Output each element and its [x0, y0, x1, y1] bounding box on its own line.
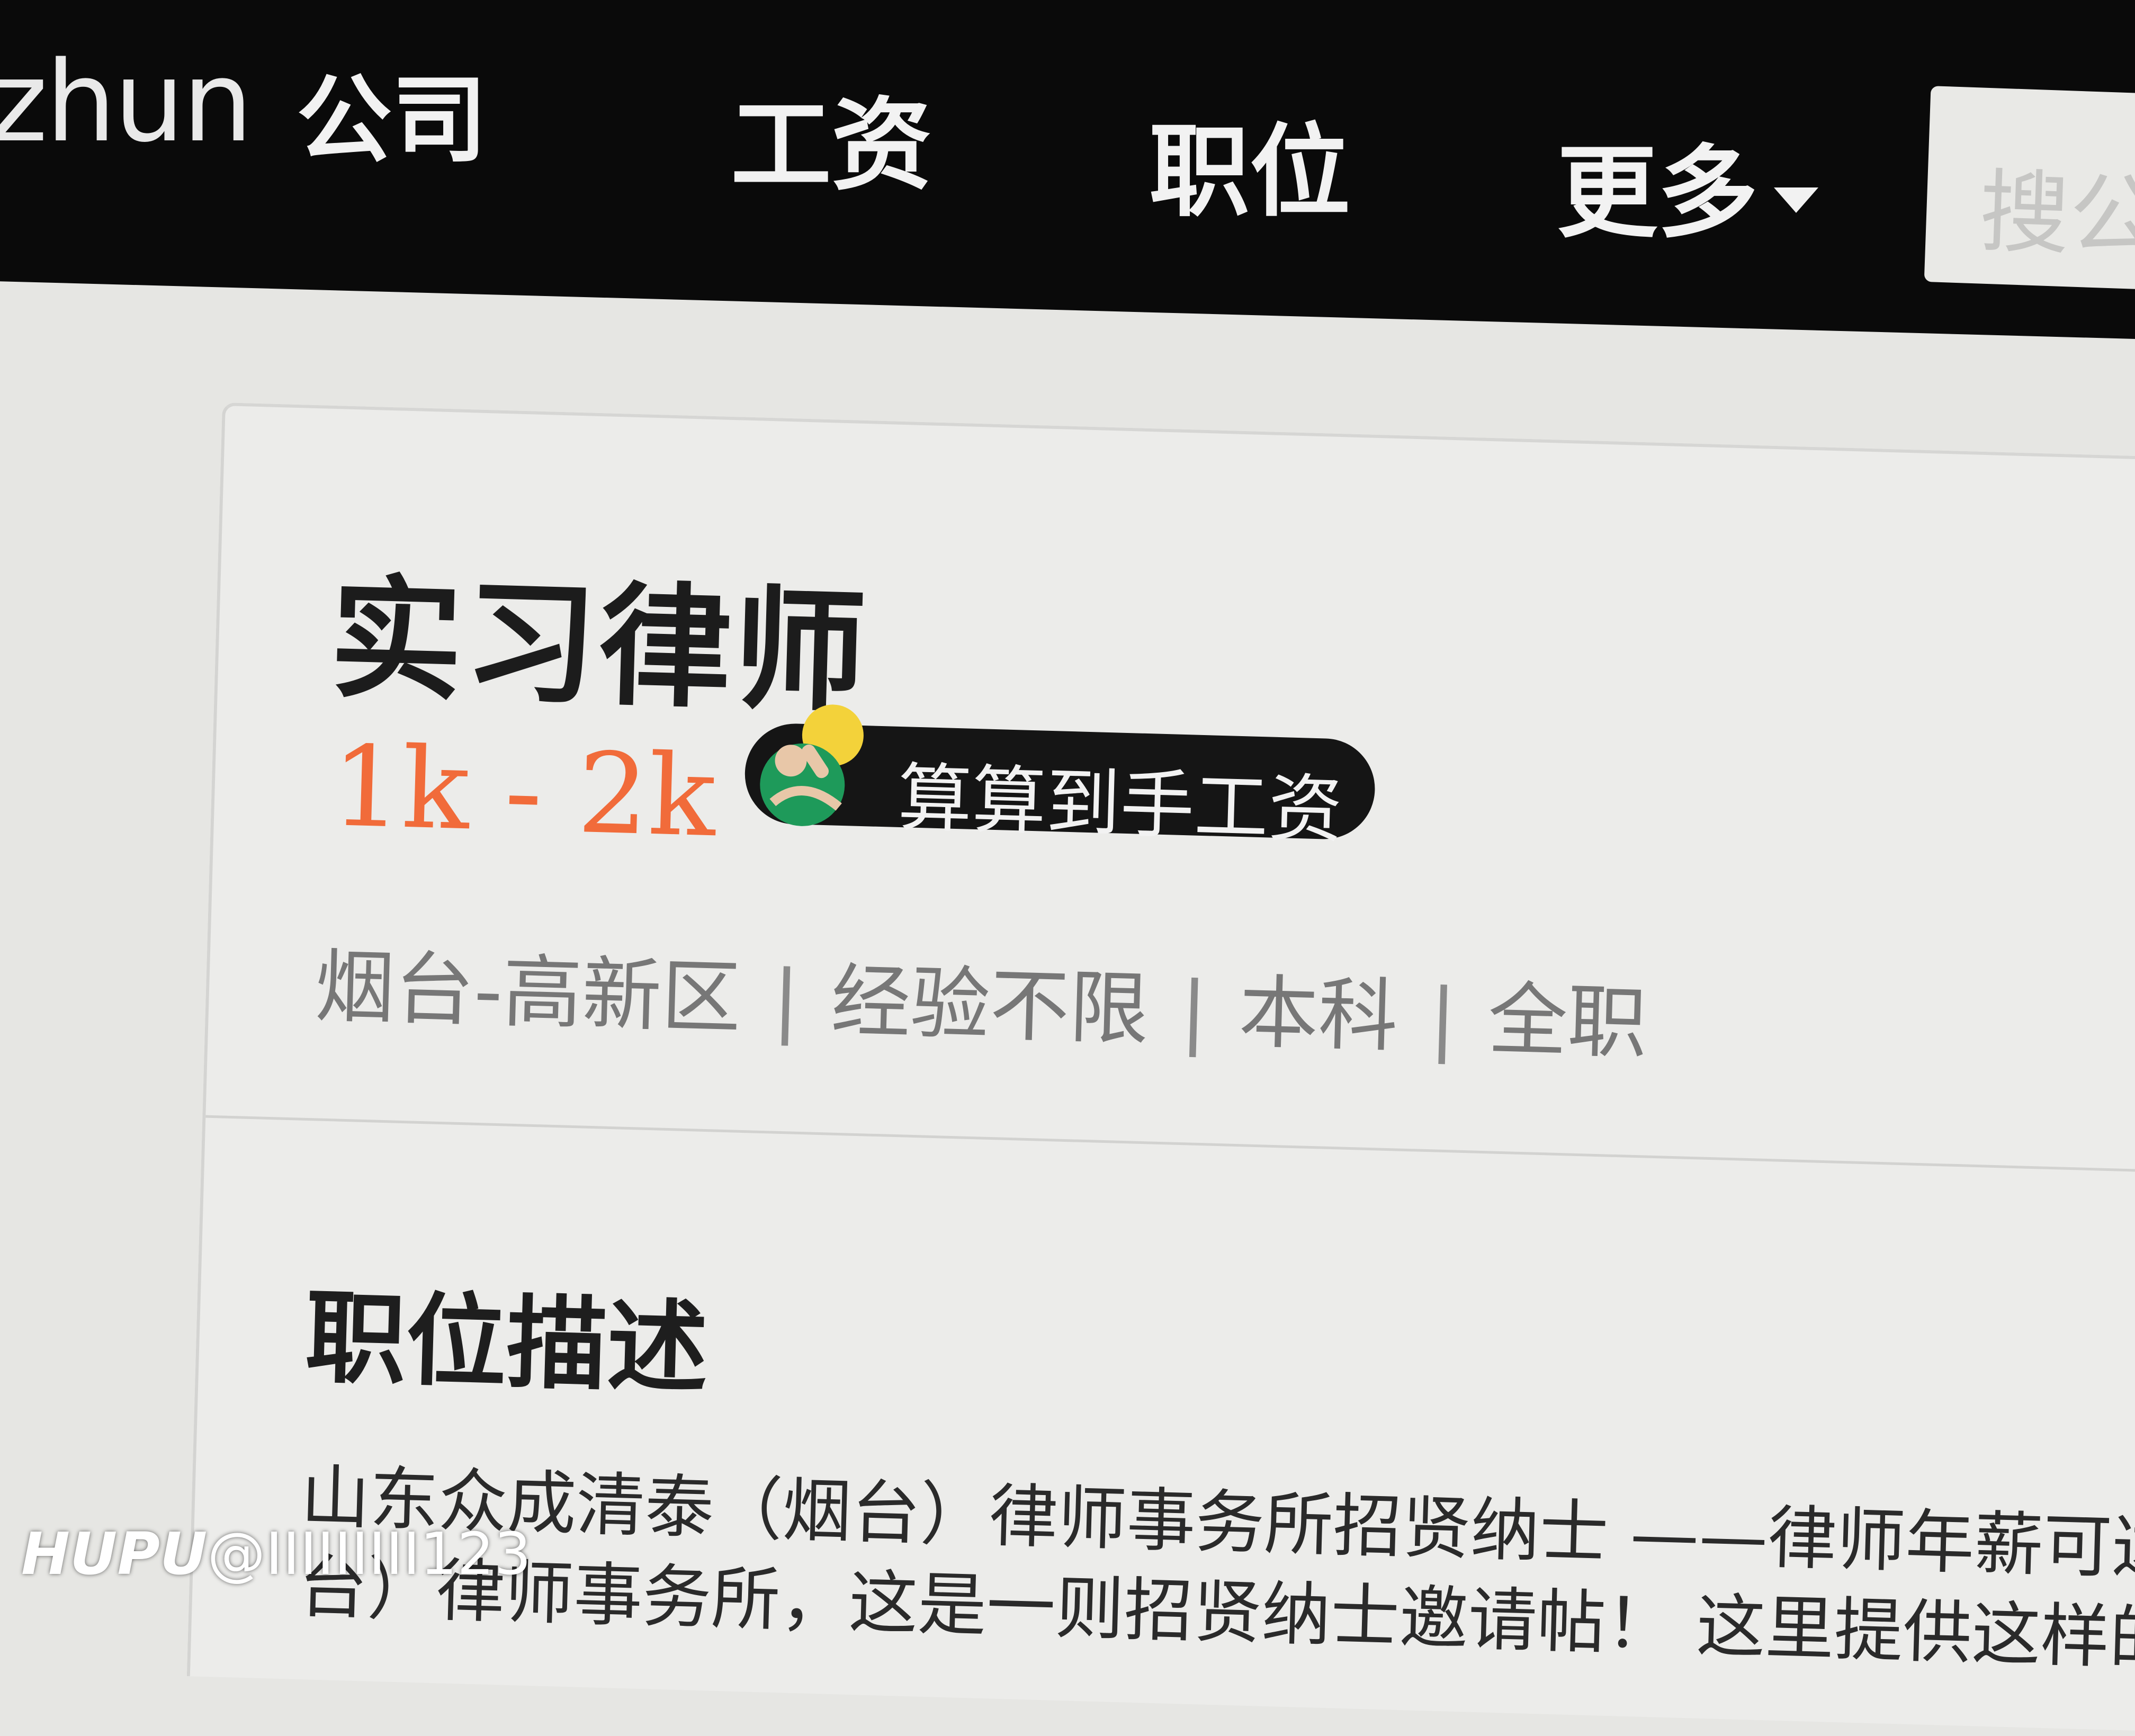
job-experience: 经验不限: [830, 955, 1150, 1057]
section-divider: [205, 1115, 2135, 1173]
hupu-watermark: HUPU@IIIIIIIII123: [21, 1520, 531, 1588]
nav-jobs[interactable]: 职位: [1149, 90, 1350, 236]
meta-separator: |: [771, 953, 801, 1046]
meta-separator: |: [1179, 965, 1209, 1058]
nav-salary[interactable]: 工资: [731, 64, 932, 209]
watermark-handle: @IIIIIIIII123: [207, 1520, 532, 1588]
nav-company[interactable]: 公司: [297, 42, 487, 181]
calculate-take-home-pay-button[interactable]: 算算到手工资: [743, 704, 1377, 854]
job-type: 全职: [1486, 973, 1648, 1070]
job-location: 烟台-高新区: [313, 941, 742, 1045]
nav-more-menu[interactable]: 更多: [1557, 111, 1819, 257]
mascot-avatar-icon: [760, 704, 864, 826]
job-description-heading: 职位描述: [303, 1279, 710, 1408]
brand-logo-text[interactable]: zhun: [0, 37, 253, 167]
salary-range: 1k - 2k: [329, 721, 718, 862]
calculate-take-home-pay-label: 算算到手工资: [896, 755, 1344, 854]
search-input[interactable]: [1924, 86, 2135, 290]
hupu-logo-text: HUPU: [21, 1520, 208, 1588]
job-meta-row: 烟台-高新区 | 经验不限 | 本科 | 全职: [314, 922, 1649, 1074]
meta-separator: |: [1428, 972, 1458, 1065]
chevron-down-icon: [1774, 187, 1819, 213]
top-navigation-bar: zhun 公司 工资 职位 更多: [0, 0, 2135, 339]
job-education: 本科: [1237, 967, 1400, 1063]
nav-more-label: 更多: [1557, 135, 1759, 252]
